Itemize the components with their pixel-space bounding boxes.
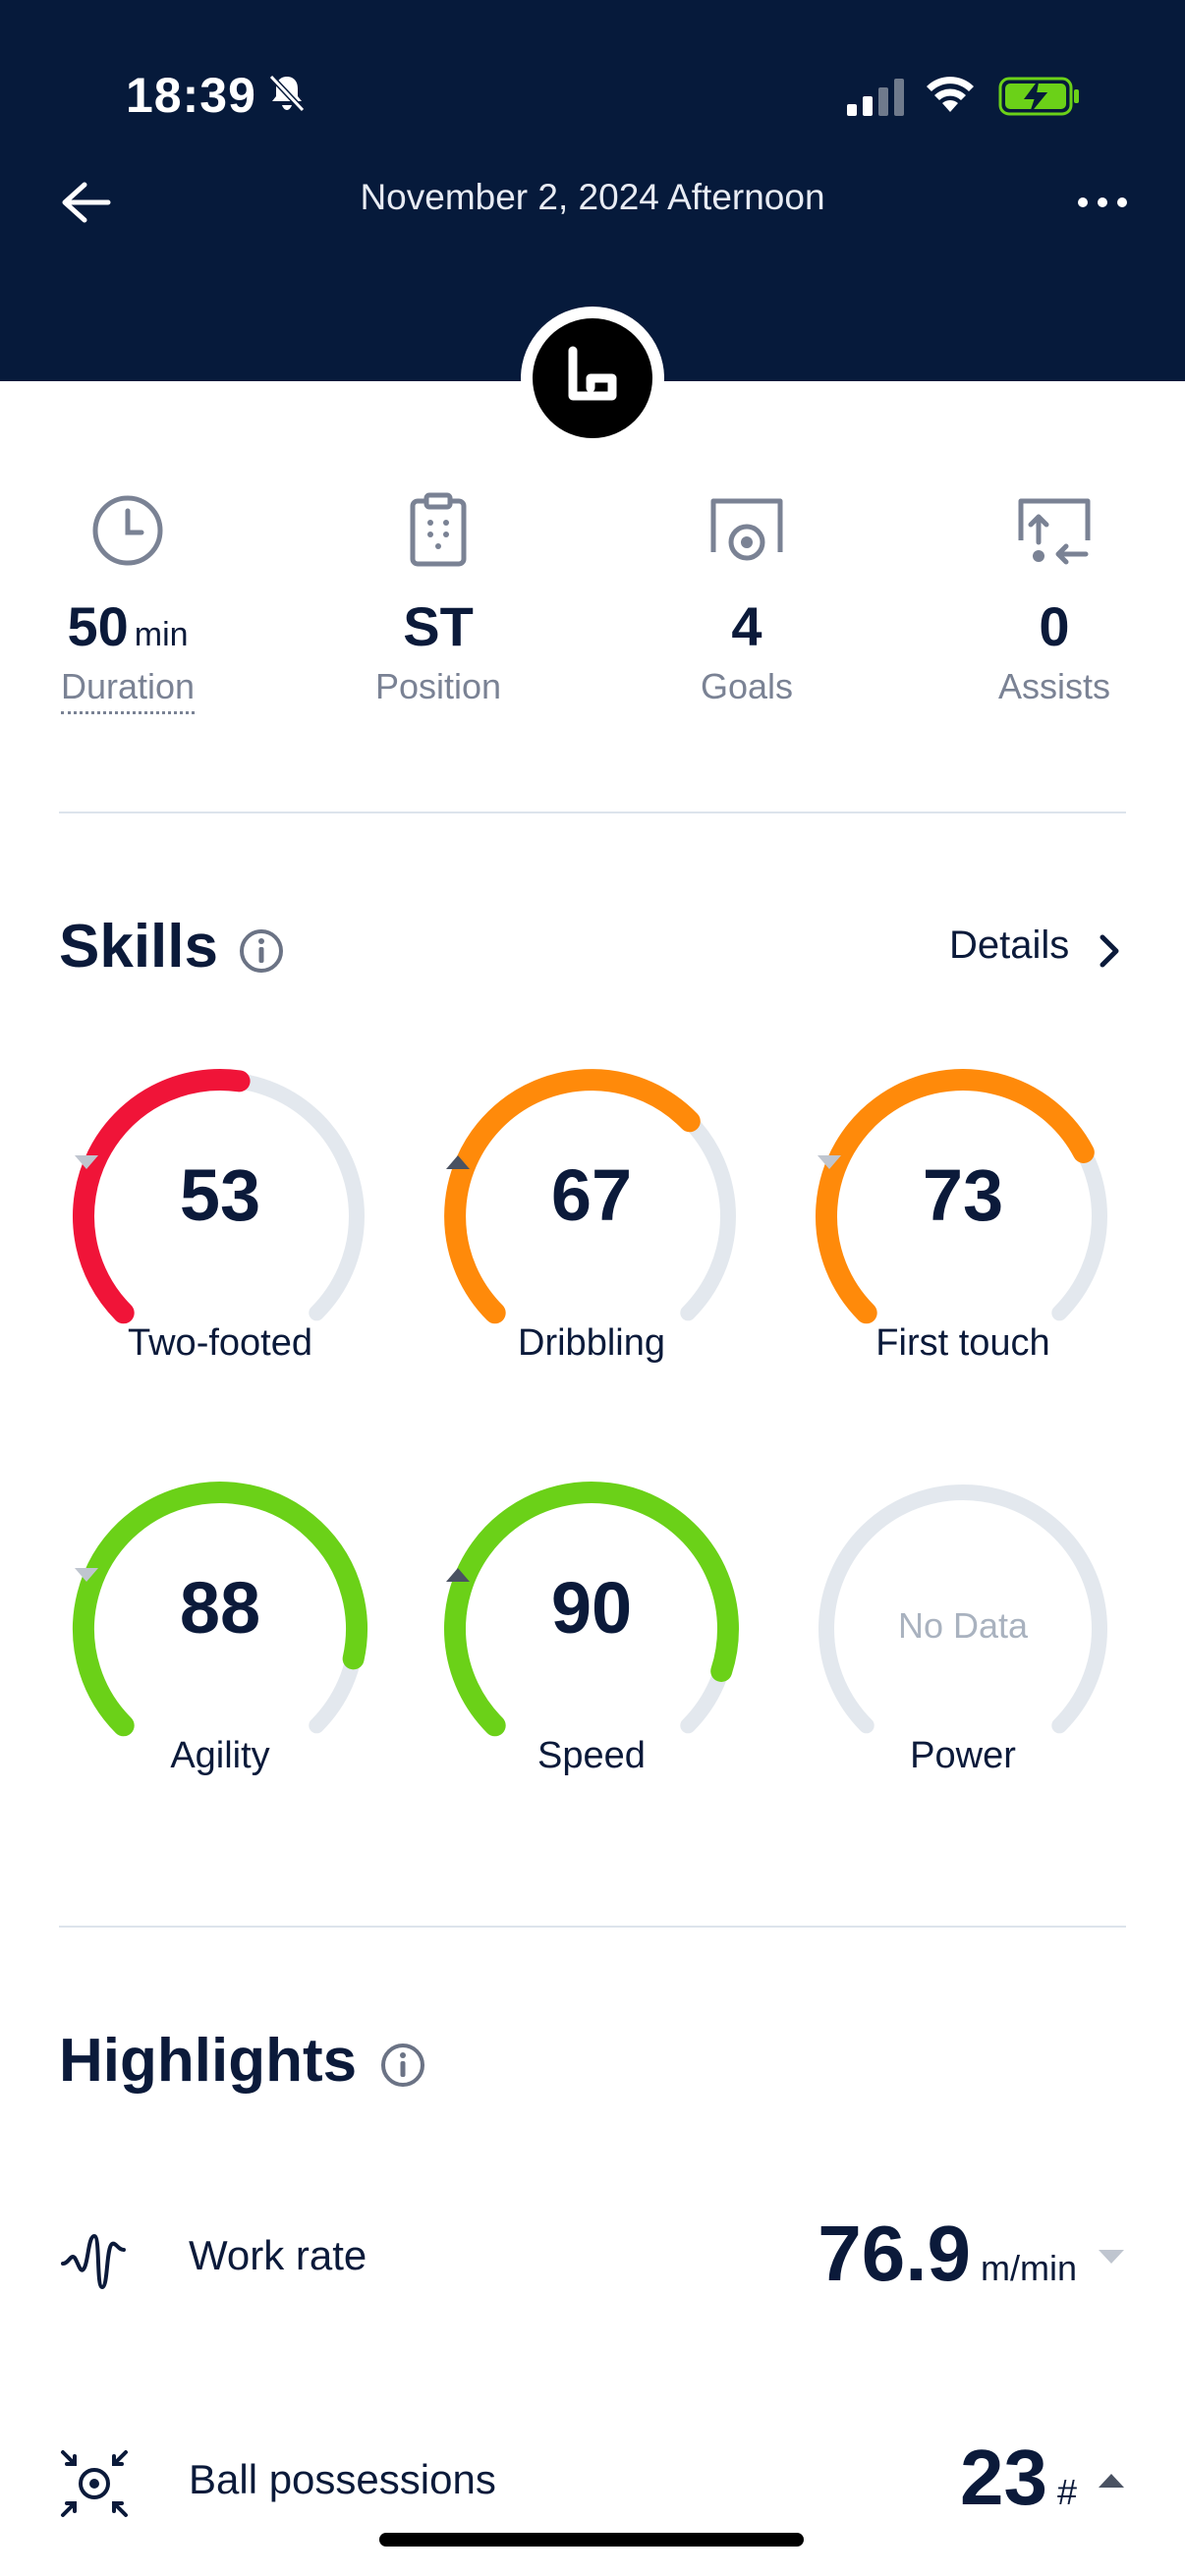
work-rate-icon: [61, 2233, 126, 2290]
skill-score: 73: [806, 1153, 1120, 1237]
trend-down-icon: [1099, 2250, 1124, 2264]
skill-label: Power: [910, 1735, 1016, 1776]
skill-score-value: 90: [550, 1567, 633, 1649]
goals-label: Goals: [700, 666, 794, 706]
skill-gauge-agility[interactable]: 88 Agility: [63, 1472, 377, 1776]
trend-down-icon: [818, 1155, 841, 1169]
assists-value: 0: [1039, 595, 1070, 657]
skill-score: 53: [63, 1153, 377, 1237]
skill-score-value: 88: [179, 1567, 261, 1649]
highlight-work-rate[interactable]: Work rate 76.9 m/min: [59, 2209, 1126, 2307]
skill-label: Two-footed: [128, 1322, 312, 1364]
trend-up-icon: [446, 1568, 470, 1582]
skill-score-value: 67: [550, 1154, 633, 1236]
ball-possessions-label: Ball possessions: [189, 2456, 496, 2502]
stat-assists: 0 Assists: [936, 491, 1172, 707]
work-rate-value: 76.9: [818, 2210, 971, 2297]
skill-no-data: No Data: [897, 1605, 1029, 1646]
skill-score: 88: [63, 1566, 377, 1650]
bell-muted-icon: [268, 74, 306, 113]
trend-down-icon: [75, 1155, 98, 1169]
skill-label: Dribbling: [518, 1322, 665, 1364]
brand-logo-icon: [568, 346, 617, 401]
status-time: 18:39: [126, 68, 256, 123]
duration-label: Duration: [60, 666, 196, 714]
session-title: November 2, 2024 Afternoon: [360, 177, 825, 217]
position-value: ST: [403, 595, 474, 657]
highlights-title: Highlights: [59, 2027, 358, 2095]
skill-gauge-first-touch[interactable]: 73 First touch: [806, 1059, 1120, 1364]
home-indicator[interactable]: [379, 2533, 804, 2547]
trend-up-icon: [1099, 2474, 1124, 2488]
highlight-ball-possessions[interactable]: Ball possessions 23 #: [59, 2433, 1126, 2531]
assists-label: Assists: [997, 666, 1110, 706]
goals-value: 4: [731, 595, 762, 657]
trend-up-icon: [446, 1155, 470, 1169]
skill-score: 90: [434, 1566, 749, 1650]
chevron-right-icon[interactable]: [1095, 931, 1124, 971]
skill-label: First touch: [875, 1322, 1050, 1364]
duration-value: 50: [67, 595, 129, 657]
work-rate-unit: m/min: [981, 2248, 1077, 2288]
skill-score: 67: [434, 1153, 749, 1237]
stat-duration[interactable]: 50 min Duration: [10, 491, 246, 714]
clock-icon: [92, 495, 163, 566]
battery-charging-icon: [998, 77, 1079, 116]
ball-possessions-value: 23: [959, 2434, 1047, 2521]
goal-icon: [710, 498, 783, 561]
skill-gauge-dribbling[interactable]: 67 Dribbling: [434, 1059, 749, 1364]
skill-score-value: 73: [922, 1154, 1004, 1236]
skills-details-link[interactable]: Details: [949, 924, 1069, 968]
skill-score-value: 53: [179, 1154, 261, 1236]
divider: [59, 1926, 1126, 1928]
ball-possession-icon: [61, 2450, 128, 2517]
stat-position: ST Position: [320, 491, 556, 707]
stat-goals: 4 Goals: [629, 491, 865, 707]
skill-gauge-power[interactable]: No Data Power: [806, 1472, 1120, 1776]
skill-gauge-two-footed[interactable]: 53 Two-footed: [63, 1059, 377, 1364]
more-options-icon[interactable]: [1073, 187, 1132, 218]
assist-icon: [1018, 498, 1091, 565]
skill-label: Agility: [170, 1735, 270, 1776]
highlights-info-icon[interactable]: [379, 2042, 426, 2089]
skill-label: Speed: [537, 1735, 646, 1776]
ball-possessions-unit: #: [1056, 2472, 1077, 2512]
trend-down-icon: [75, 1568, 98, 1582]
skill-gauge-speed[interactable]: 90 Speed: [434, 1472, 749, 1776]
work-rate-label: Work rate: [189, 2232, 367, 2278]
clipboard-icon: [410, 492, 467, 567]
position-label: Position: [374, 666, 502, 706]
cellular-signal-icon: [847, 79, 904, 116]
skills-info-icon[interactable]: [238, 927, 285, 975]
app-logo: [521, 307, 664, 450]
divider: [59, 812, 1126, 813]
wifi-icon: [927, 77, 974, 112]
duration-unit: min: [134, 616, 189, 653]
skills-title: Skills: [59, 913, 218, 980]
